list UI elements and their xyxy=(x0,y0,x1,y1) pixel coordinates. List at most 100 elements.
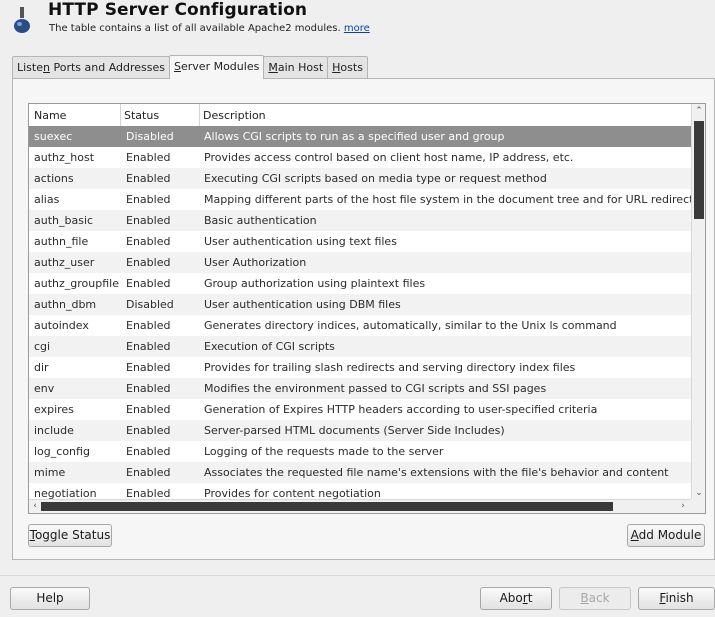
table-row[interactable]: suexec Disabled Allows CGI scripts to run … xyxy=(29,126,691,147)
module-description: Executing CGI scripts based on media typ… xyxy=(204,172,547,185)
module-name: authn_dbm xyxy=(34,298,97,311)
module-name: actions xyxy=(34,172,74,185)
module-status: Enabled xyxy=(126,487,171,500)
module-description: Execution of CGI scripts xyxy=(204,340,335,353)
module-status: Enabled xyxy=(126,403,171,416)
module-status: Enabled xyxy=(126,319,171,332)
module-status: Enabled xyxy=(126,277,171,290)
module-name: authz_groupfile xyxy=(34,277,119,290)
table-row[interactable]: expires Enabled Generation of Expires HTTP… xyxy=(29,399,691,420)
page-title: HTTP Server Configuration xyxy=(48,0,308,20)
module-description: Modifies the environment passed to CGI s… xyxy=(204,382,547,395)
module-status: Enabled xyxy=(126,445,171,458)
add-module-button[interactable]: Add Module xyxy=(627,524,705,547)
module-status: Enabled xyxy=(126,382,171,395)
table-row[interactable]: alias Enabled Mapping different parts of t… xyxy=(29,189,691,210)
vertical-scrollbar[interactable]: ⌃ ⌄ xyxy=(691,104,705,500)
table-row[interactable]: log_config Enabled Logging of the requests… xyxy=(29,441,691,462)
dialog-header: HTTP Server Configuration The table cont… xyxy=(0,0,715,46)
help-button[interactable]: Help xyxy=(10,587,90,610)
module-description: Associates the requested file name's ext… xyxy=(204,466,669,479)
module-status: Enabled xyxy=(126,172,171,185)
tab-hosts[interactable]: Hosts xyxy=(327,56,368,78)
module-description: Provides for content negotiation xyxy=(204,487,381,500)
module-name: dir xyxy=(34,361,49,374)
module-description: Server-parsed HTML documents (Server Sid… xyxy=(204,424,505,437)
tab-bar: Listen Ports and Addresses Server Module… xyxy=(12,55,368,79)
table-row[interactable]: include Enabled Server-parsed HTML documen… xyxy=(29,420,691,441)
module-description: Group authorization using plaintext file… xyxy=(204,277,426,290)
modules-table[interactable]: Name Status Description suexec Disabled Al… xyxy=(28,103,706,514)
module-name: log_config xyxy=(34,445,90,458)
module-description: Logging of the requests made to the serv… xyxy=(204,445,444,458)
finish-button[interactable]: Finish xyxy=(638,587,715,610)
module-name: autoindex xyxy=(34,319,89,332)
footer-divider xyxy=(0,575,715,576)
module-description: User authentication using text files xyxy=(204,235,397,248)
scroll-right-icon[interactable]: › xyxy=(677,500,689,513)
table-row[interactable]: autoindex Enabled Generates directory indi… xyxy=(29,315,691,336)
module-description: Mapping different parts of the host file… xyxy=(204,193,691,206)
module-status: Enabled xyxy=(126,424,171,437)
scroll-left-icon[interactable]: ‹ xyxy=(29,500,41,513)
module-description: Provides access control based on client … xyxy=(204,151,574,164)
module-name: suexec xyxy=(34,130,73,143)
table-row[interactable]: auth_basic Enabled Basic authentication xyxy=(29,210,691,231)
module-status: Disabled xyxy=(126,298,174,311)
table-header: Name Status Description xyxy=(29,104,691,127)
module-description: Provides for trailing slash redirects an… xyxy=(204,361,576,374)
table-row[interactable]: authz_host Enabled Provides access control… xyxy=(29,147,691,168)
tab-server-modules[interactable]: Server Modules xyxy=(169,55,265,79)
module-status: Enabled xyxy=(126,256,171,269)
table-row[interactable]: negotiation Enabled Provides for content n… xyxy=(29,483,691,500)
module-status: Enabled xyxy=(126,193,171,206)
module-status: Enabled xyxy=(126,361,171,374)
table-row[interactable]: dir Enabled Provides for trailing slash re… xyxy=(29,357,691,378)
module-name: alias xyxy=(34,193,60,206)
back-button[interactable]: Back xyxy=(559,587,631,610)
module-name: auth_basic xyxy=(34,214,94,227)
scroll-up-icon[interactable]: ⌃ xyxy=(692,104,705,118)
module-description: Allows CGI scripts to run as a specified… xyxy=(204,130,505,143)
more-link[interactable]: more xyxy=(344,23,370,34)
tab-listen-ports[interactable]: Listen Ports and Addresses xyxy=(12,56,171,78)
module-name: authn_file xyxy=(34,235,89,248)
module-status: Enabled xyxy=(126,340,171,353)
module-name: include xyxy=(34,424,74,437)
scrollbar-corner xyxy=(691,499,705,513)
toggle-status-button[interactable]: Toggle Status xyxy=(28,524,112,547)
module-description: Generates directory indices, automatical… xyxy=(204,319,617,332)
module-description: User authentication using DBM files xyxy=(204,298,401,311)
horizontal-scrollbar[interactable]: ‹ › xyxy=(29,499,691,513)
page-subtitle: The table contains a list of all availab… xyxy=(49,23,370,34)
table-row[interactable]: mime Enabled Associates the requested file… xyxy=(29,462,691,483)
table-row[interactable]: authz_groupfile Enabled Group authorizatio… xyxy=(29,273,691,294)
abort-button[interactable]: Abort xyxy=(480,587,552,610)
module-status: Enabled xyxy=(126,214,171,227)
table-row[interactable]: authn_dbm Disabled User authentication usi… xyxy=(29,294,691,315)
module-name: cgi xyxy=(34,340,51,353)
table-row[interactable]: authz_user Enabled User Authorization xyxy=(29,252,691,273)
module-status: Enabled xyxy=(126,235,171,248)
module-description: User Authorization xyxy=(204,256,307,269)
column-header-name[interactable]: Name xyxy=(34,104,122,126)
table-row[interactable]: cgi Enabled Execution of CGI scripts xyxy=(29,336,691,357)
table-row[interactable]: actions Enabled Executing CGI scripts base… xyxy=(29,168,691,189)
scroll-down-icon[interactable]: ⌄ xyxy=(692,486,705,500)
column-header-description[interactable]: Description xyxy=(199,104,691,126)
table-row[interactable]: authn_file Enabled User authentication usi… xyxy=(29,231,691,252)
tab-main-host[interactable]: Main Host xyxy=(263,56,329,78)
module-description: Generation of Expires HTTP headers accor… xyxy=(204,403,598,416)
yast-app-icon xyxy=(14,7,30,33)
module-description: Basic authentication xyxy=(204,214,317,227)
module-name: authz_host xyxy=(34,151,95,164)
table-body: suexec Disabled Allows CGI scripts to run … xyxy=(29,126,691,500)
column-header-status[interactable]: Status xyxy=(120,104,198,126)
vertical-scroll-thumb[interactable] xyxy=(694,121,704,219)
module-status: Enabled xyxy=(126,151,171,164)
module-status: Disabled xyxy=(126,130,174,143)
table-row[interactable]: env Enabled Modifies the environment passe… xyxy=(29,378,691,399)
horizontal-scroll-thumb[interactable] xyxy=(41,502,613,511)
module-status: Enabled xyxy=(126,466,171,479)
module-name: expires xyxy=(34,403,74,416)
